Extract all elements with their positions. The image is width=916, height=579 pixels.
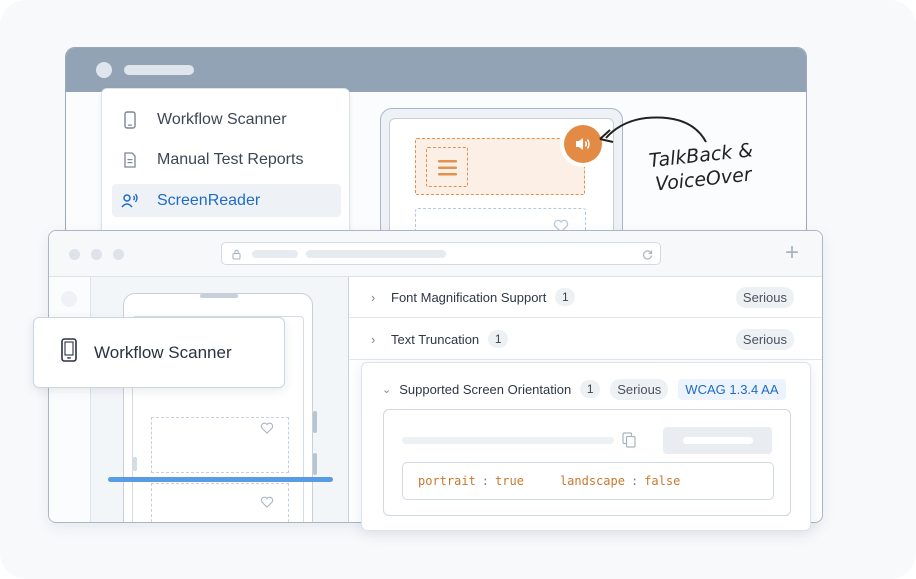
issue-count: 1: [555, 288, 576, 306]
button-placeholder: [683, 437, 753, 444]
window-dot: [113, 249, 124, 260]
browser-toolbar: +: [49, 231, 822, 277]
reload-icon[interactable]: [642, 249, 653, 260]
issue-count: 1: [580, 380, 601, 398]
focus-indicator-line: [108, 477, 333, 482]
issue-row[interactable]: › Font Magnification Support 1 Serious: [349, 277, 822, 318]
wcag-badge[interactable]: WCAG 1.3.4 AA: [678, 378, 786, 400]
action-button[interactable]: [663, 427, 772, 454]
chevron-right-icon: ›: [371, 289, 376, 305]
title-placeholder: [124, 65, 194, 75]
chevron-down-icon: ⌄: [382, 383, 392, 396]
severity-badge: Serious: [735, 286, 794, 308]
code-separator: :: [481, 474, 490, 488]
copy-icon[interactable]: [622, 432, 636, 448]
text-placeholder: [402, 437, 614, 444]
address-bar[interactable]: [221, 242, 661, 265]
window-dot: [96, 62, 112, 78]
menu-item-label: ScreenReader: [157, 191, 261, 209]
chevron-right-icon: ›: [371, 331, 376, 347]
code-value-landscape: false: [644, 474, 681, 488]
heart-icon: [260, 422, 274, 434]
phone-side-button: [313, 411, 317, 433]
screen-reader-icon: [121, 193, 139, 209]
issue-title: Font Magnification Support: [391, 289, 547, 305]
menu-item-workflow-scanner[interactable]: Workflow Scanner: [112, 103, 341, 136]
orientation-code: portrait : true landscape : false: [402, 462, 774, 500]
phone-side-button: [133, 457, 137, 471]
card-placeholder: [151, 417, 289, 473]
url-placeholder: [306, 250, 446, 258]
workflow-scanner-card[interactable]: Workflow Scanner: [33, 317, 285, 388]
severity-badge: Serious: [610, 378, 669, 400]
nav-menu-card: Workflow Scanner Manual Test Reports Scr…: [101, 88, 350, 238]
severity-badge: Serious: [735, 328, 794, 350]
left-rail: [49, 277, 91, 522]
document-icon: [121, 151, 139, 168]
phone-icon: [61, 338, 77, 367]
issue-count: 1: [488, 330, 509, 348]
code-key-portrait: portrait: [418, 474, 476, 488]
menu-item-manual-test-reports[interactable]: Manual Test Reports: [112, 143, 341, 176]
hamburger-menu-highlight[interactable]: [426, 147, 468, 187]
expanded-issue-header[interactable]: ⌄ Supported Screen Orientation 1 Serious…: [382, 377, 786, 401]
expanded-issue-panel: ⌄ Supported Screen Orientation 1 Serious…: [361, 362, 811, 531]
menu-item-screenreader[interactable]: ScreenReader: [112, 184, 341, 217]
phone-notch: [200, 294, 238, 298]
code-key-landscape: landscape: [559, 474, 625, 488]
phone-icon: [121, 110, 139, 129]
card-placeholder: [151, 483, 289, 522]
rail-avatar: [61, 291, 77, 307]
menu-item-label: Workflow Scanner: [157, 110, 287, 128]
issue-title: Supported Screen Orientation: [399, 381, 572, 397]
code-value-portrait: true: [495, 474, 524, 488]
window-dot: [91, 249, 102, 260]
lock-icon: [232, 249, 241, 260]
menu-item-label: Manual Test Reports: [157, 150, 304, 168]
window-dot: [69, 249, 80, 260]
heart-icon: [260, 496, 274, 508]
code-separator: :: [630, 474, 639, 488]
issue-detail-box: portrait : true landscape : false: [383, 409, 791, 516]
issue-row[interactable]: › Text Truncation 1 Serious: [349, 319, 822, 360]
background-title-bar: [66, 48, 806, 92]
issue-title: Text Truncation: [391, 331, 480, 347]
workflow-scanner-label: Workflow Scanner: [94, 342, 232, 362]
phone-side-button: [313, 453, 317, 475]
device-preview-pane: [91, 277, 349, 522]
volume-icon: [576, 138, 590, 150]
new-tab-plus-icon[interactable]: +: [785, 241, 799, 265]
hamburger-icon: [438, 160, 457, 176]
url-placeholder: [252, 250, 298, 258]
